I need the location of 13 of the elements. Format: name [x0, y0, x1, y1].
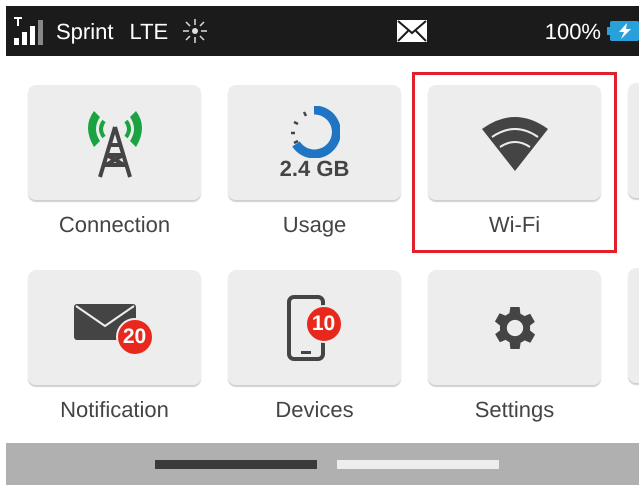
signal-icon	[12, 16, 46, 46]
network-type: LTE	[129, 18, 168, 46]
mail-icon	[396, 19, 428, 43]
count-badge: 10	[304, 304, 342, 342]
sparkle-icon	[182, 18, 208, 44]
wifi-icon	[480, 114, 550, 170]
battery-level: 100%	[544, 18, 601, 46]
battery-charging-icon	[607, 21, 639, 41]
carrier-name: Sprint	[56, 18, 114, 46]
count-badge: 20	[116, 318, 154, 356]
usage-ring-icon	[288, 106, 340, 158]
app-tile[interactable]: Wi-Fi	[412, 72, 617, 253]
usage-amount: 2.4 GB	[280, 158, 350, 180]
